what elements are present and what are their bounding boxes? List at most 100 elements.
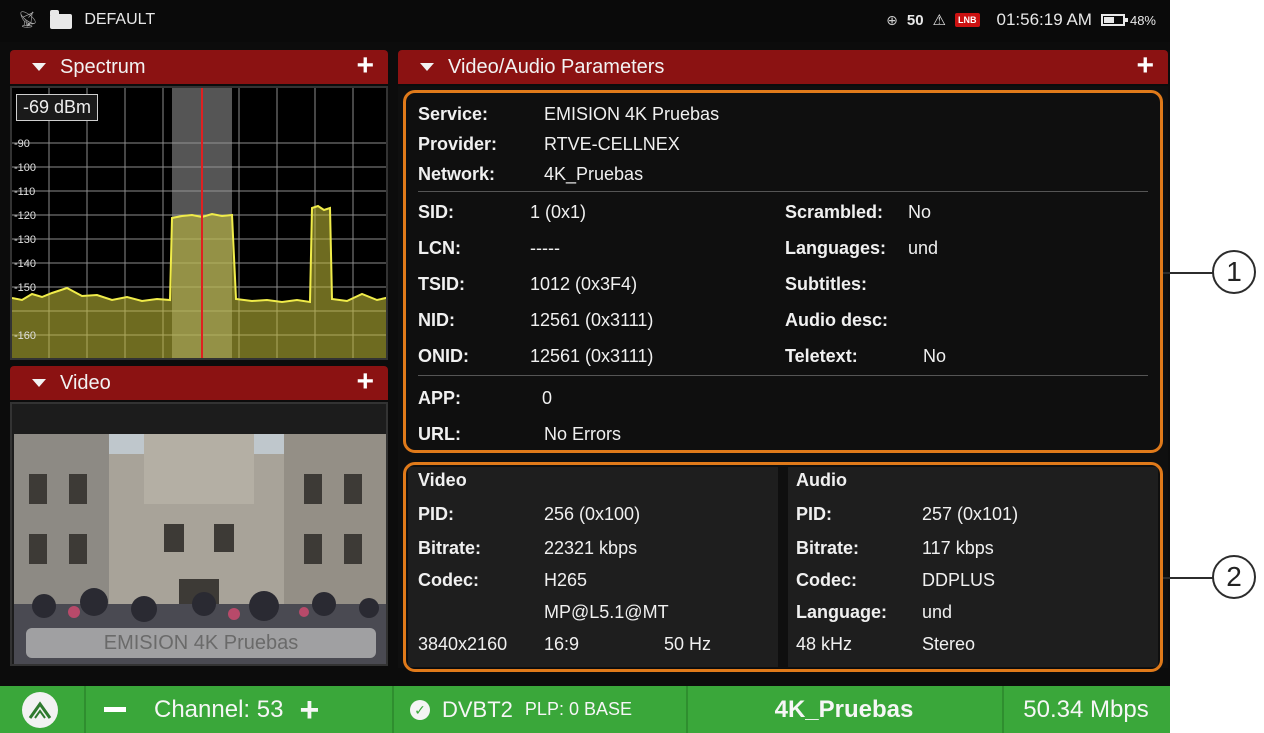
nid-label: NID: — [418, 310, 455, 330]
collapse-triangle-icon[interactable] — [32, 63, 46, 71]
bottom-bar: Channel: 53 + ✓ DVBT2 PLP: 0 BASE 4K_Pru… — [0, 686, 1170, 733]
teletext-label: Teletext: — [785, 346, 858, 366]
audio-language-value: und — [922, 602, 953, 622]
channel-control: Channel: 53 + — [104, 686, 319, 733]
divider — [392, 686, 394, 733]
lnb-badge: LNB — [955, 13, 980, 27]
divider — [418, 375, 1148, 376]
battery-level: 48% — [1129, 12, 1156, 28]
battery-icon — [1100, 14, 1128, 26]
params-panel-header[interactable]: Video/Audio Parameters + — [398, 50, 1168, 84]
channel-minus-button[interactable] — [104, 707, 126, 712]
channel-plus-button[interactable]: + — [299, 693, 319, 727]
url-label: URL: — [418, 424, 461, 444]
network-status: 4K_Pruebas — [686, 686, 1002, 733]
add-icon[interactable]: + — [356, 51, 374, 81]
provider-label: Provider: — [418, 134, 498, 154]
sid-label: SID: — [418, 202, 454, 222]
collapse-triangle-icon[interactable] — [420, 63, 434, 71]
params-title: Video/Audio Parameters — [448, 55, 665, 78]
callout-1: 1 — [1212, 250, 1256, 294]
video-framerate-value: 50 Hz — [664, 634, 712, 654]
antenna-icon: 📡︎ — [18, 12, 39, 29]
onid-label: ONID: — [418, 346, 469, 366]
video-profile-value: MP@L5.1@MT — [544, 602, 669, 622]
video-bitrate-value: 22321 kbps — [544, 538, 638, 558]
scrambled-value: No — [908, 202, 932, 222]
add-icon[interactable]: + — [1136, 51, 1154, 81]
video-caption: EMISION 4K Pruebas — [26, 628, 376, 658]
y-tick-label: -160 — [14, 330, 36, 342]
spectrum-panel-header[interactable]: Spectrum + — [10, 50, 388, 84]
service-value: EMISION 4K Pruebas — [544, 104, 720, 124]
callout-leader-line — [1163, 577, 1215, 579]
teletext-value: No — [923, 346, 947, 366]
video-panel-header[interactable]: Video + — [10, 366, 388, 400]
alarm-icon: ⚠ — [932, 12, 946, 29]
audio-language-label: Language: — [796, 602, 888, 622]
spectrum-graph[interactable]: -90 -100 -110 -120 -130 -140 -150 -160 -… — [10, 86, 388, 360]
subtitles-label: Subtitles: — [785, 274, 868, 294]
app-value: 0 — [542, 388, 553, 408]
scrambled-label: Scrambled: — [785, 202, 884, 222]
divider — [418, 191, 1148, 192]
nid-value: 12561 (0x3111) — [530, 310, 654, 330]
audio-bitrate-label: Bitrate: — [796, 538, 860, 558]
collapse-triangle-icon[interactable] — [32, 379, 46, 387]
video-preview[interactable]: EMISION 4K Pruebas — [10, 402, 388, 666]
audio-codec-value: DDPLUS — [922, 570, 996, 590]
video-resolution-value: 3840x2160 — [418, 634, 508, 654]
profile-name[interactable]: DEFAULT — [84, 11, 155, 29]
clock: 01:56:19 AM — [996, 10, 1092, 29]
languages-label: Languages: — [785, 238, 887, 258]
audio-pid-label: PID: — [796, 504, 832, 524]
audio-samplerate-value: 48 kHz — [796, 634, 853, 654]
lock-status[interactable]: ✓ DVBT2 PLP: 0 BASE — [410, 686, 632, 733]
spectrum-plot: -90 -100 -110 -120 -130 -140 -150 -160 — [12, 88, 386, 358]
app-label: APP: — [418, 388, 462, 408]
signal-level: 50 — [906, 11, 924, 29]
video-pid-value: 256 (0x100) — [544, 504, 641, 524]
home-icon[interactable] — [22, 691, 58, 728]
status-bar: 📡︎ DEFAULT ⊕ 50 ⚠ LNB 01:56:19 AM 48% — [0, 0, 1170, 42]
tsid-value: 1012 (0x3F4) — [530, 274, 638, 294]
gps-icon: ⊕ — [886, 11, 898, 28]
audio-desc-label: Audio desc: — [785, 310, 889, 330]
callout-leader-line — [1163, 272, 1215, 274]
standard-label: DVBT2 — [442, 696, 513, 722]
languages-value: und — [908, 238, 939, 258]
video-bitrate-label: Bitrate: — [418, 538, 482, 558]
lcn-label: LCN: — [418, 238, 461, 258]
analyzer-screen: 📡︎ DEFAULT ⊕ 50 ⚠ LNB 01:56:19 AM 48% Sp… — [0, 0, 1170, 733]
video-title: Video — [60, 371, 111, 394]
y-tick-label: -150 — [14, 282, 36, 294]
network-value: 4K_Pruebas — [544, 164, 644, 184]
url-value: No Errors — [544, 424, 622, 444]
y-tick-label: -110 — [14, 186, 35, 198]
sid-value: 1 (0x1) — [530, 202, 587, 222]
network-label: Network: — [418, 164, 496, 184]
network-name: 4K_Pruebas — [774, 695, 914, 723]
audio-mode-value: Stereo — [922, 634, 976, 654]
divider — [84, 686, 86, 733]
service-info-highlight — [403, 90, 1163, 453]
provider-value: RTVE-CELLNEX — [544, 134, 680, 154]
onid-value: 12561 (0x3111) — [530, 346, 654, 366]
stream-info-highlight — [403, 462, 1163, 672]
audio-bitrate-value: 117 kbps — [922, 538, 994, 558]
y-tick-label: -90 — [14, 138, 30, 150]
channel-label: Channel: 53 — [154, 695, 284, 723]
home-button[interactable] — [22, 686, 58, 733]
video-codec-value: H265 — [544, 570, 588, 590]
add-icon[interactable]: + — [356, 367, 374, 397]
check-icon: ✓ — [410, 699, 430, 720]
y-tick-label: -120 — [14, 210, 36, 222]
plp-label: PLP: 0 BASE — [524, 699, 632, 719]
folder-icon — [50, 9, 73, 29]
tsid-label: TSID: — [418, 274, 465, 294]
bitrate-status: 50.34 Mbps — [1002, 686, 1170, 733]
lcn-value: ----- — [530, 238, 560, 258]
total-bitrate: 50.34 Mbps — [1023, 695, 1149, 723]
audio-pid-value: 257 (0x101) — [922, 504, 1019, 524]
y-tick-label: -100 — [14, 162, 36, 174]
